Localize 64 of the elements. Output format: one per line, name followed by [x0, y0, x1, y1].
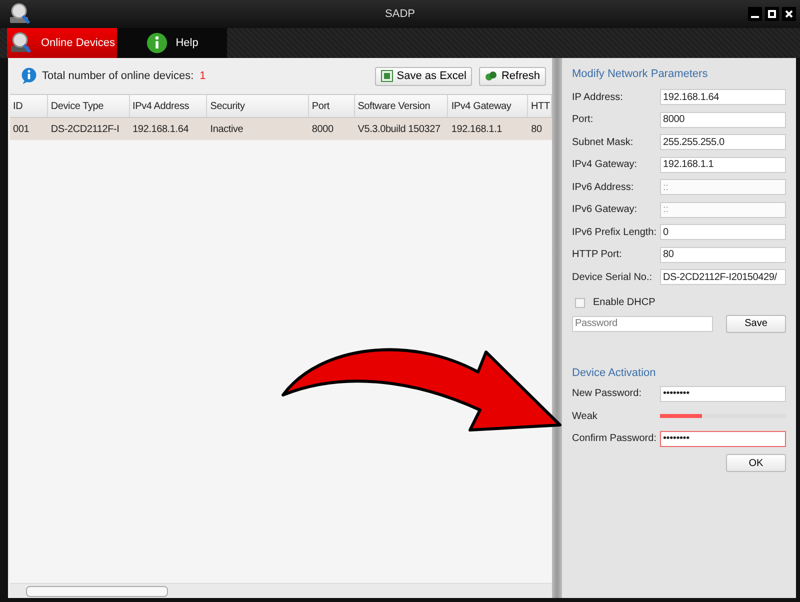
- magnifier-icon: [9, 31, 33, 55]
- input-field[interactable]: 0: [660, 224, 786, 240]
- field-label: IPv6 Prefix Length:: [572, 226, 658, 238]
- table-cell-text: 8000: [310, 122, 334, 136]
- password-field[interactable]: Password: [572, 316, 713, 332]
- password-field[interactable]: ••••••••: [660, 386, 786, 402]
- device-count: 1: [200, 70, 206, 82]
- info-icon: [146, 32, 168, 54]
- tab[interactable]: Help: [117, 28, 227, 58]
- window-title: SADP: [384, 8, 416, 20]
- table-cell-text: 192.168.1.64: [132, 122, 190, 136]
- table-cell-text: 001: [12, 122, 30, 136]
- field-label: IPv6 Gateway:: [572, 204, 638, 216]
- field-label: Subnet Mask:: [572, 136, 634, 148]
- section-title: Device Activation: [572, 366, 657, 378]
- table-cell-text: 80: [530, 122, 543, 136]
- tab[interactable]: Online Devices: [7, 28, 117, 58]
- close-icon: [785, 10, 793, 18]
- input-field[interactable]: 192.168.1.1: [660, 156, 786, 173]
- table-row[interactable]: 001 DS-2CD2112F-I 192.168.1.64 Inactive 8000 V5.3.0build 150327 192.168.1.1 80: [10, 118, 552, 140]
- info-icon: [20, 67, 38, 85]
- splitter-handle[interactable]: [552, 58, 562, 598]
- column-header[interactable]: Device Type: [48, 95, 130, 117]
- input-field[interactable]: 8000: [660, 112, 786, 128]
- field-label: IPv6 Address:: [572, 182, 635, 193]
- strength-label: Weak: [572, 410, 598, 422]
- table-cell-text: V5.3.0build 150327: [356, 122, 442, 136]
- column-header[interactable]: IPv4 Address: [130, 95, 208, 117]
- minimize-button[interactable]: [748, 7, 762, 21]
- field-label: HTTP Port:: [572, 249, 623, 260]
- input-field[interactable]: DS-2CD2112F-I20150429/: [660, 269, 786, 286]
- field-label: New Password:: [572, 388, 642, 400]
- close-button[interactable]: [782, 7, 796, 21]
- ok-button[interactable]: OK: [726, 454, 786, 472]
- table-cell-text: 192.168.1.1: [450, 122, 504, 136]
- table-cell-text: Inactive: [209, 122, 244, 136]
- input-field[interactable]: 192.168.1.64: [660, 89, 786, 106]
- horizontal-scrollbar[interactable]: [10, 583, 552, 598]
- column-header[interactable]: Port: [308, 95, 355, 117]
- input-field[interactable]: 255.255.255.0: [660, 134, 786, 150]
- field-label: IP Address:: [572, 92, 624, 103]
- spreadsheet-icon: [380, 70, 393, 82]
- magnifier-icon: [8, 2, 32, 26]
- field-label: IPv4 Gateway:: [572, 159, 638, 170]
- refresh-icon: [485, 70, 498, 82]
- password-field[interactable]: ••••••••: [660, 430, 786, 447]
- column-header[interactable]: Security: [207, 95, 309, 117]
- section-title: Modify Network Parameters: [572, 68, 709, 80]
- save-button[interactable]: Save: [726, 314, 786, 332]
- checkbox[interactable]: [575, 298, 585, 308]
- checkbox-label: Enable DHCP: [593, 297, 656, 308]
- field-label: Port:: [572, 114, 594, 126]
- input-field[interactable]: 80: [660, 246, 786, 263]
- toolbar-button[interactable]: Save as Excel: [374, 66, 472, 86]
- column-header[interactable]: ID: [10, 95, 48, 117]
- maximize-icon: [768, 10, 776, 18]
- column-header[interactable]: Software Version: [354, 95, 448, 117]
- field-label: Confirm Password:: [572, 433, 658, 444]
- toolbar-button[interactable]: Refresh: [479, 66, 546, 86]
- column-header[interactable]: IPv4 Gateway: [448, 95, 528, 117]
- field-label: Device Serial No.:: [572, 272, 654, 283]
- maximize-button[interactable]: [765, 7, 779, 21]
- device-count-label: Total number of online devices:: [42, 70, 194, 82]
- table-cell-text: DS-2CD2112F-I: [50, 122, 120, 136]
